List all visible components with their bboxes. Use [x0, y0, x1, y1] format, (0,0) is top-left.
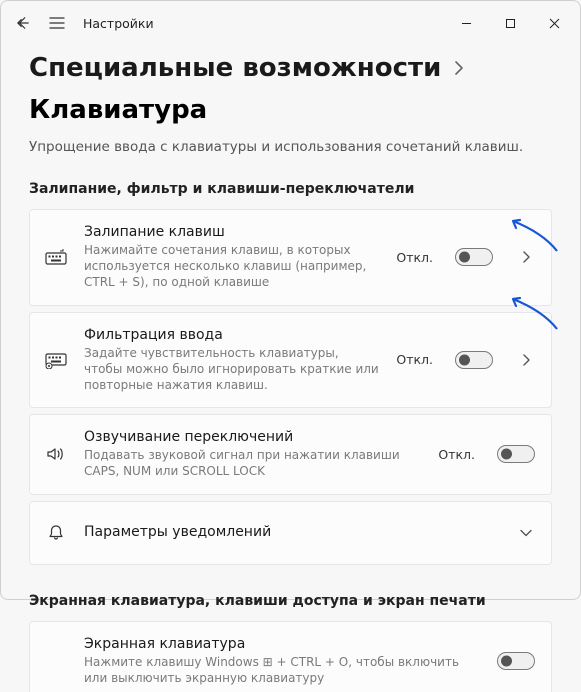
breadcrumb-current: Клавиатура	[29, 95, 207, 125]
keyboard-icon	[44, 249, 68, 265]
bell-icon	[44, 524, 68, 542]
back-button[interactable]	[15, 16, 31, 30]
chevron-right-icon	[453, 60, 465, 81]
expand-chevron-down-icon[interactable]	[517, 529, 535, 537]
keyboard-filter-icon	[44, 351, 68, 369]
setting-desc: Задайте чувствительность клавиатуры, что…	[84, 345, 380, 394]
setting-desc: Нажмите клавишу Windows ⊞ + CTRL + O, чт…	[84, 654, 481, 686]
toggle-state-label: Откл.	[396, 250, 433, 265]
toggle-state-label: Откл.	[438, 447, 475, 462]
toggle-keys-sound-toggle[interactable]	[497, 445, 535, 463]
expand-chevron-icon[interactable]	[517, 354, 535, 366]
section-sticky-filter-toggle: Залипание, фильтр и клавиши-переключател…	[29, 181, 552, 197]
toggle-state-label: Откл.	[396, 352, 433, 367]
sticky-keys-toggle[interactable]	[455, 248, 493, 266]
breadcrumb-parent[interactable]: Специальные возможности	[29, 53, 441, 83]
setting-sticky-keys[interactable]: Залипание клавиш Нажимайте сочетания кла…	[29, 209, 552, 306]
page-subtitle: Упрощение ввода с клавиатуры и использов…	[29, 139, 552, 155]
window-title: Настройки	[83, 16, 154, 31]
setting-desc: Подавать звуковой сигнал при нажатии кла…	[84, 447, 422, 479]
setting-filter-keys[interactable]: Фильтрация ввода Задайте чувствительност…	[29, 312, 552, 409]
close-button[interactable]	[532, 7, 576, 39]
setting-title: Фильтрация ввода	[84, 327, 380, 343]
osk-toggle[interactable]	[497, 652, 535, 670]
setting-title: Озвучивание переключений	[84, 429, 422, 445]
setting-onscreen-keyboard[interactable]: Экранная клавиатура Нажмите клавишу Wind…	[29, 621, 552, 692]
section-osk: Экранная клавиатура, клавиши доступа и э…	[29, 593, 552, 609]
setting-notification-options[interactable]: Параметры уведомлений	[29, 501, 552, 565]
filter-keys-toggle[interactable]	[455, 351, 493, 369]
menu-icon[interactable]	[49, 17, 65, 29]
setting-title: Залипание клавиш	[84, 224, 380, 240]
expand-chevron-icon[interactable]	[517, 251, 535, 263]
setting-desc: Нажимайте сочетания клавиш, в которых ис…	[84, 242, 380, 291]
titlebar: Настройки	[1, 1, 580, 45]
breadcrumb: Специальные возможности Клавиатура	[29, 53, 552, 125]
setting-title: Экранная клавиатура	[84, 636, 481, 652]
setting-title: Параметры уведомлений	[84, 524, 493, 540]
setting-toggle-keys-sound[interactable]: Озвучивание переключений Подавать звуков…	[29, 414, 552, 494]
sound-icon	[44, 446, 68, 462]
maximize-button[interactable]	[488, 7, 532, 39]
minimize-button[interactable]	[444, 7, 488, 39]
